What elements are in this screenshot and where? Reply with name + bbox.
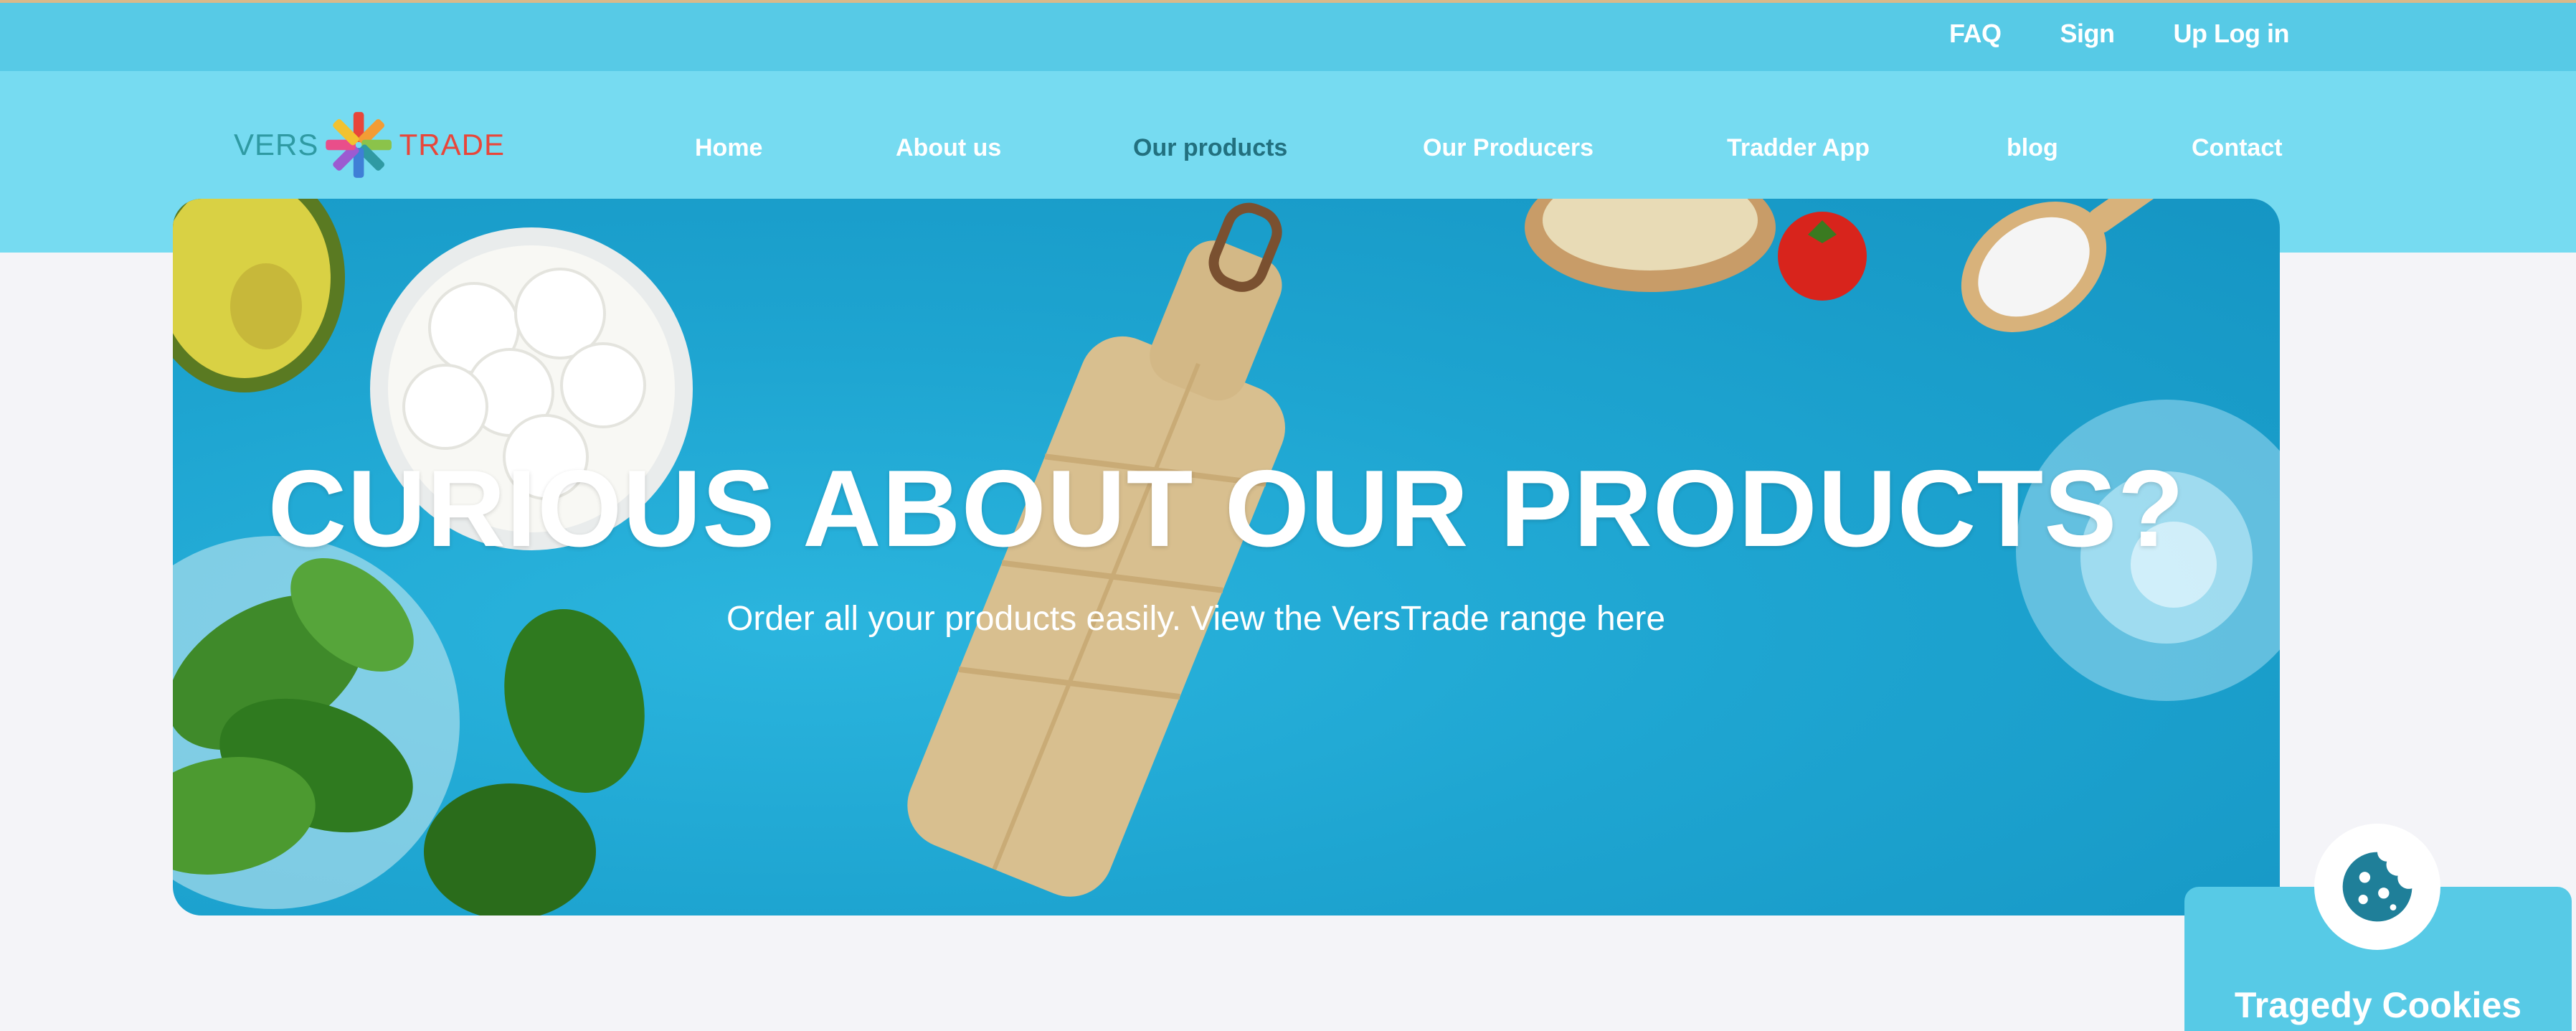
utility-links: FAQ Sign Up Log in: [1949, 19, 2289, 49]
hero-banner: CURIOUS ABOUT OUR PRODUCTS? Order all yo…: [173, 199, 2280, 915]
signup-login-link[interactable]: Up Log in: [2174, 19, 2290, 49]
hero-title: CURIOUS ABOUT OUR PRODUCTS?: [267, 448, 2185, 570]
faq-link[interactable]: FAQ: [1949, 19, 2002, 49]
nav-item-tradder-app[interactable]: Tradder App: [1727, 134, 1870, 162]
nav-item-about-us[interactable]: About us: [896, 134, 1001, 162]
cookie-button[interactable]: [2314, 824, 2440, 950]
main-nav: Home About us Our products Our Producers…: [0, 134, 2576, 177]
sign-link[interactable]: Sign: [2060, 19, 2116, 49]
cookie-widget-title[interactable]: Tragedy Cookies: [2184, 984, 2572, 1026]
nav-item-contact[interactable]: Contact: [2192, 134, 2283, 162]
top-utility-bar: FAQ Sign Up Log in: [0, 0, 2576, 71]
nav-item-our-producers[interactable]: Our Producers: [1423, 134, 1594, 162]
nav-item-our-products[interactable]: Our products: [1133, 134, 1287, 162]
cookie-icon: [2342, 852, 2412, 922]
hero-subtitle[interactable]: Order all your products easily. View the…: [726, 599, 1665, 639]
nav-item-blog[interactable]: blog: [2007, 134, 2058, 162]
nav-item-home[interactable]: Home: [695, 134, 762, 162]
